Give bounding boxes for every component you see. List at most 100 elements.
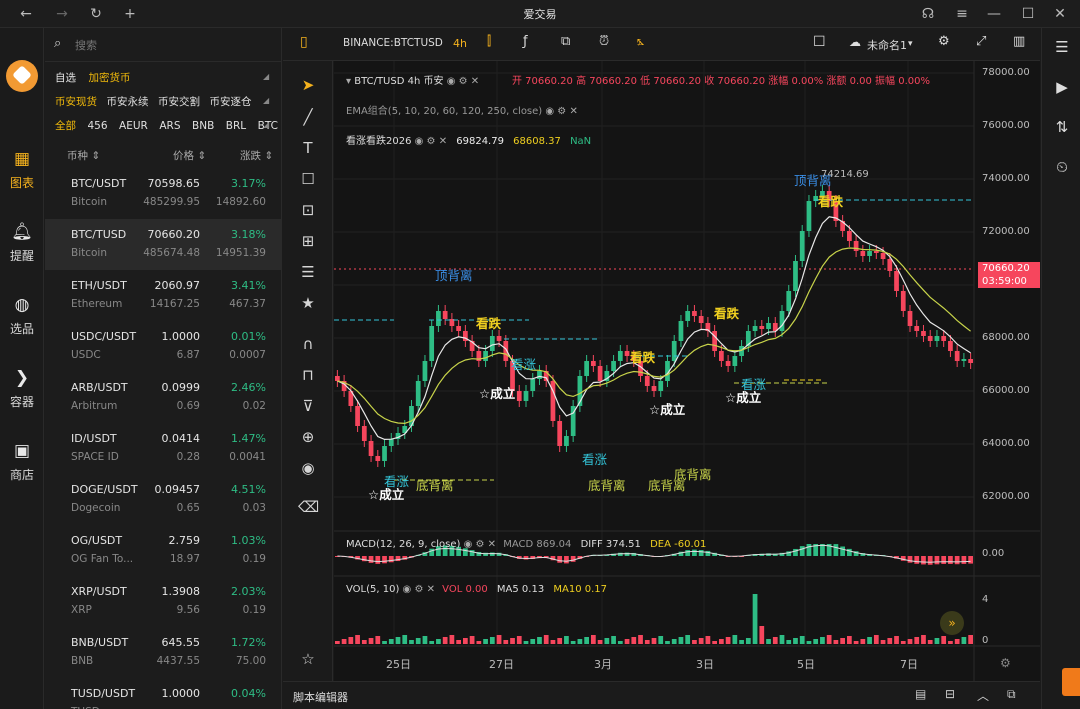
new-tab-icon[interactable]: +: [120, 4, 140, 24]
coin-row[interactable]: ARB/USDT Arbitrum 0.0999 0.69 2.46% 0.02: [45, 372, 281, 423]
crop-icon[interactable]: ⊡: [298, 200, 318, 220]
maximize-icon[interactable]: ☐: [1018, 4, 1038, 24]
fib-icon[interactable]: ☰: [298, 262, 318, 282]
settings-icon[interactable]: ⚙: [938, 34, 950, 49]
volume-bar: [860, 639, 866, 644]
collapse-icon[interactable]: ▾: [346, 76, 351, 87]
close-icon[interactable]: ✕: [1050, 4, 1070, 24]
text-icon[interactable]: T: [298, 138, 318, 158]
search-input[interactable]: [75, 36, 255, 54]
collapse-icon[interactable]: ◢: [263, 72, 269, 81]
crosshair-icon[interactable]: ⊕: [298, 427, 318, 447]
coin-row[interactable]: USDC/USDT USDC 1.0000 6.87 0.01% 0.0007: [45, 321, 281, 372]
sidebar-toggle-icon[interactable]: ▥: [1013, 34, 1025, 49]
coin-row[interactable]: DOGE/USDT Dogecoin 0.09457 0.65 4.51% 0.03: [45, 474, 281, 525]
symbol-selector[interactable]: BINANCE:BTCTUSD: [343, 37, 443, 49]
coin-row[interactable]: TUSD/USDTTUSD1.00000.04%: [45, 678, 281, 709]
chevron-down-icon[interactable]: ▾: [908, 39, 913, 49]
coin-amount: 0.0041: [229, 451, 266, 463]
cursor-icon[interactable]: ➤: [298, 75, 318, 95]
chart-area[interactable]: ▾ BTC/TUSD 4h 币安 ◉ ⚙ ✕ 开 70660.20 高 7066…: [334, 61, 1040, 681]
col-price[interactable]: 价格 ⇕: [173, 148, 206, 163]
coin-row[interactable]: BTC/TUSD Bitcoin 70660.20 485674.48 3.18% 149…: [45, 219, 281, 270]
chevron-up-icon[interactable]: ︿: [977, 687, 989, 704]
collapse-icon[interactable]: ◢: [263, 120, 269, 129]
nav-label: 选品: [9, 322, 34, 336]
quote-item[interactable]: AEUR: [119, 120, 148, 132]
lock-icon[interactable]: ⊓: [298, 365, 318, 385]
magnet-icon[interactable]: ∩: [298, 334, 318, 354]
candle-type-icon[interactable]: ⫿: [487, 34, 491, 49]
filter-watchlist[interactable]: 自选: [55, 72, 76, 84]
restore-icon[interactable]: ⧉: [1007, 687, 1016, 702]
coin-row[interactable]: BTC/USDT Bitcoin 70598.65 485299.95 3.17% 148…: [45, 168, 281, 219]
axis-settings-icon[interactable]: ⚙: [1000, 656, 1011, 670]
grid-icon[interactable]: ⊞: [298, 231, 318, 251]
coin-row[interactable]: ETH/USDT Ethereum 2060.97 14167.25 3.41% 467.…: [45, 270, 281, 321]
layout-name[interactable]: 未命名1: [867, 37, 907, 53]
minus-icon[interactable]: ⊟: [945, 687, 955, 701]
eraser-icon[interactable]: ⌫: [298, 497, 319, 517]
nav-alerts[interactable]: 🔔︎ 提醒: [0, 221, 44, 264]
back-icon[interactable]: ←: [16, 4, 36, 24]
fullscreen-box-icon[interactable]: ☐: [813, 34, 826, 50]
tab-isolated[interactable]: 币安逐仓: [210, 96, 252, 108]
eye-icon[interactable]: ◉ ⚙ ✕: [403, 584, 439, 595]
coin-row[interactable]: OG/USDT OG Fan To... 2.759 18.97 1.03% 0.19: [45, 525, 281, 576]
alarm-clock-icon[interactable]: ⏲: [1051, 156, 1073, 178]
coin-row[interactable]: ID/USDT SPACE ID 0.0414 0.28 1.47% 0.0041: [45, 423, 281, 474]
eye-icon[interactable]: ◉ ⚙ ✕: [464, 539, 500, 550]
coin-row[interactable]: XRP/USDT XRP 1.3908 9.56 2.03% 0.19: [45, 576, 281, 627]
star-icon[interactable]: ★: [298, 293, 318, 313]
tab-spot[interactable]: 币安现货: [55, 96, 97, 108]
cloud-icon[interactable]: ☁: [849, 35, 861, 49]
tab-delivery[interactable]: 币安交割: [158, 96, 200, 108]
replay-icon[interactable]: ⦩: [637, 34, 644, 49]
quote-item[interactable]: 456: [88, 120, 108, 132]
compare-icon[interactable]: ⧉: [561, 34, 570, 49]
nav-store[interactable]: ▣ 商店: [0, 440, 44, 483]
script-editor-tab[interactable]: 脚本编辑器: [293, 689, 348, 705]
swap-icon[interactable]: ⇅: [1051, 116, 1073, 138]
eye-icon[interactable]: ◉ ⚙ ✕: [447, 76, 479, 87]
avatar[interactable]: [6, 60, 38, 92]
minimize-icon[interactable]: —: [984, 4, 1004, 24]
forward-icon[interactable]: →: [52, 4, 72, 24]
indicator-icon[interactable]: ƒ: [523, 34, 528, 49]
refresh-icon[interactable]: ↻: [86, 4, 106, 24]
eye-icon[interactable]: ◉ ⚙ ✕: [545, 106, 577, 117]
nav-selection[interactable]: ◍ 选品: [0, 294, 44, 337]
filter-icon[interactable]: ⊽: [298, 396, 318, 416]
scroll-to-latest-icon[interactable]: »: [940, 611, 964, 635]
filter-crypto[interactable]: 加密货币: [89, 72, 131, 84]
panel-toggle-icon[interactable]: ▯: [300, 34, 308, 50]
favorite-icon[interactable]: ☆: [298, 649, 318, 669]
candle: [597, 366, 603, 381]
save-icon[interactable]: ▤: [915, 687, 926, 701]
alarm-icon[interactable]: ⏰︎: [599, 34, 609, 49]
col-symbol[interactable]: 币种 ⇕: [67, 148, 100, 163]
quote-item[interactable]: BNB: [192, 120, 214, 132]
quote-item[interactable]: ARS: [159, 120, 180, 132]
interval-selector[interactable]: 4h: [453, 37, 467, 50]
candle: [516, 391, 522, 401]
eye-icon[interactable]: ◉: [298, 458, 318, 478]
headset-icon[interactable]: ☊: [918, 4, 938, 24]
play-icon[interactable]: ▶: [1051, 76, 1073, 98]
col-change[interactable]: 涨跌 ⇕: [240, 148, 273, 163]
eye-icon[interactable]: ◉ ⚙ ✕: [415, 136, 451, 147]
expand-icon[interactable]: ⤢: [976, 34, 986, 49]
quote-item[interactable]: BRL: [226, 120, 246, 132]
rectangle-icon[interactable]: ☐: [298, 169, 318, 189]
volume-bar: [597, 640, 603, 644]
trendline-icon[interactable]: ╱: [298, 107, 318, 127]
brand-badge[interactable]: [1062, 668, 1080, 696]
nav-chart[interactable]: ▦ 图表: [0, 148, 44, 191]
tab-perpetual[interactable]: 币安永续: [107, 96, 149, 108]
collapse-icon[interactable]: ◢: [263, 96, 269, 105]
nav-container[interactable]: ❯ 容器: [0, 367, 44, 410]
list-icon[interactable]: ☰: [1051, 36, 1073, 58]
menu-icon[interactable]: ≡: [952, 4, 972, 24]
quote-all[interactable]: 全部: [55, 120, 76, 132]
coin-row[interactable]: BNB/USDT BNB 645.55 4437.55 1.72% 75.00: [45, 627, 281, 678]
